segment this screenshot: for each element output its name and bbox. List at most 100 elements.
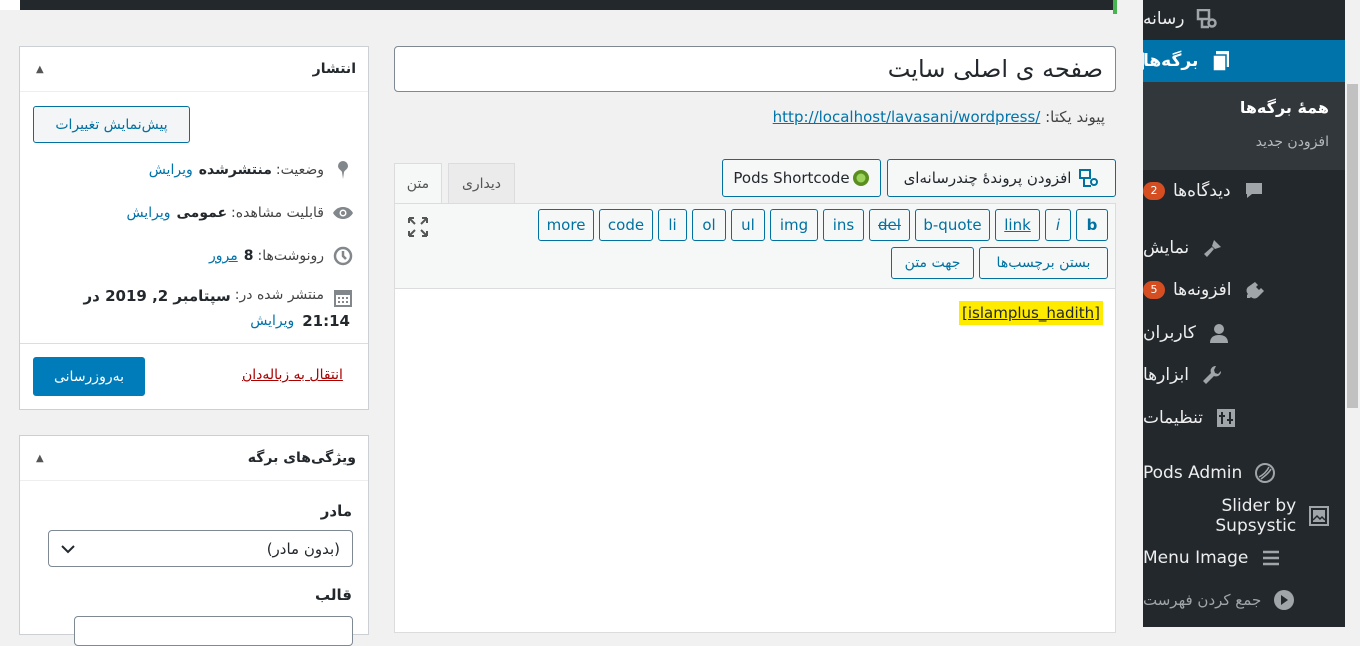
published-label: منتشر شده در: xyxy=(234,287,324,303)
appearance-icon xyxy=(1199,235,1225,261)
status-edit-link[interactable]: ویرایش xyxy=(149,162,193,178)
users-icon xyxy=(1206,320,1232,346)
qt-italic-button[interactable]: i xyxy=(1045,209,1071,241)
submenu-all-pages[interactable]: همهٔ برگه‌ها xyxy=(1240,98,1329,117)
visibility-edit-link[interactable]: ویرایش xyxy=(126,205,170,221)
qt-link-button[interactable]: link xyxy=(995,209,1040,241)
status-label: وضعیت: xyxy=(275,162,324,178)
permalink-url[interactable]: http://localhost/lavasani/wordpress/ xyxy=(773,108,1041,126)
shortcode-highlight: [islamplus_hadith] xyxy=(959,301,1103,325)
pods-shortcode-button[interactable]: Pods Shortcode xyxy=(722,159,881,197)
sidebar-item-pages[interactable]: برگه‌ها xyxy=(1143,40,1345,82)
revisions-row: رونوشت‌ها: 8 مرور xyxy=(209,245,354,267)
qt-ul-button[interactable]: ul xyxy=(731,209,765,241)
visibility-label: قابلیت مشاهده: xyxy=(231,205,324,221)
settings-icon xyxy=(1213,405,1239,431)
qt-code-button[interactable]: code xyxy=(599,209,653,241)
published-time: 21:14 xyxy=(302,312,350,330)
sidebar-item-label: نمایش xyxy=(1143,238,1190,258)
title-input[interactable]: صفحه ی اصلی سایت xyxy=(394,46,1116,92)
qt-more-button[interactable]: more xyxy=(538,209,594,241)
parent-select[interactable]: (بدون مادر) xyxy=(48,530,353,567)
permalink-row: پیوند یکتا: http://localhost/lavasani/wo… xyxy=(765,108,1105,126)
revisions-value: 8 xyxy=(243,248,254,264)
active-menu-arrow xyxy=(1135,52,1144,70)
sidebar-item-plugins[interactable]: افزونه‌ها 5 xyxy=(1143,269,1345,311)
qt-li-button[interactable]: li xyxy=(658,209,687,241)
qt-ol-button[interactable]: ol xyxy=(692,209,726,241)
tab-visual[interactable]: دیداری xyxy=(448,163,515,203)
page-attributes-header[interactable]: ▲ ویژگی‌های برگه xyxy=(20,436,368,481)
add-media-label: افزودن پروندهٔ چندرسانه‌ای xyxy=(903,169,1072,187)
browse-revisions-link[interactable]: مرور xyxy=(209,248,238,264)
add-media-icon xyxy=(1079,169,1099,187)
collapse-arrow-icon[interactable]: ▲ xyxy=(36,64,44,75)
sidebar-item-label: Slider by Supsystic xyxy=(1215,496,1297,536)
page-attributes-title: ویژگی‌های برگه xyxy=(247,450,356,466)
media-icon xyxy=(1194,6,1220,32)
published-edit-link[interactable]: ویرایش xyxy=(250,313,294,329)
qt-ins-button[interactable]: ins xyxy=(823,209,864,241)
sidebar-item-label: ابزارها xyxy=(1143,365,1189,385)
parent-label: مادر xyxy=(320,502,352,520)
pods-shortcode-label: Pods Shortcode xyxy=(733,169,850,187)
update-button[interactable]: به‌روزرسانی xyxy=(33,357,145,396)
add-media-button[interactable]: افزودن پروندهٔ چندرسانه‌ای xyxy=(887,159,1116,197)
tab-text[interactable]: متن xyxy=(394,163,442,204)
pages-icon xyxy=(1208,48,1234,74)
chevron-down-icon xyxy=(61,540,75,558)
collapse-menu-button[interactable]: جمع کردن فهرست xyxy=(1143,579,1345,621)
tools-icon xyxy=(1199,362,1225,388)
sidebar-item-menu-image[interactable]: Menu Image xyxy=(1143,537,1345,579)
qt-img-button[interactable]: img xyxy=(770,209,818,241)
fullscreen-icon[interactable] xyxy=(407,216,429,242)
visibility-row: قابلیت مشاهده: عمومی ویرایش xyxy=(126,202,354,224)
pods-icon xyxy=(852,169,870,187)
plugins-icon xyxy=(1241,277,1267,303)
status-row: وضعیت: منتشرشده ویرایش xyxy=(149,159,354,181)
sidebar-item-media[interactable]: رسانه xyxy=(1143,0,1345,40)
sidebar-item-slider[interactable]: Slider by Supsystic xyxy=(1143,495,1345,537)
menu-image-icon xyxy=(1258,545,1284,571)
scrollbar-thumb[interactable] xyxy=(1347,84,1358,408)
publish-box-title: انتشار xyxy=(312,61,356,77)
calendar-icon xyxy=(332,287,354,309)
sidebar-item-label: دیدگاه‌ها xyxy=(1173,181,1231,201)
sidebar-item-users[interactable]: کاربران xyxy=(1143,312,1345,354)
template-select[interactable] xyxy=(74,616,353,646)
sidebar-item-label: افزونه‌ها xyxy=(1173,280,1232,300)
qt-bold-button[interactable]: b xyxy=(1076,209,1108,241)
comments-count-badge: 2 xyxy=(1143,182,1165,200)
plugins-update-badge: 5 xyxy=(1143,281,1165,299)
sidebar-item-label: Menu Image xyxy=(1143,548,1249,568)
editor-content[interactable]: [islamplus_hadith] xyxy=(962,304,1100,322)
page-scrollbar[interactable] xyxy=(1345,0,1360,627)
comments-icon xyxy=(1241,178,1267,204)
qt-bquote-button[interactable]: b-quote xyxy=(915,209,990,241)
pin-icon xyxy=(332,159,354,181)
submenu-add-new[interactable]: افزودن جدید xyxy=(1256,134,1329,150)
permalink-label: پیوند یکتا: xyxy=(1045,108,1105,126)
slider-icon xyxy=(1306,503,1331,529)
sidebar-item-tools[interactable]: ابزارها xyxy=(1143,354,1345,396)
qt-close-tags-button[interactable]: بستن برچسب‌ها xyxy=(979,247,1108,279)
admin-bar xyxy=(20,0,1117,10)
published-date: سپتامبر 2, 2019 در xyxy=(83,287,231,305)
preview-changes-button[interactable]: پیش‌نمایش تغییرات xyxy=(33,106,190,143)
move-to-trash-link[interactable]: انتقال به زباله‌دان xyxy=(242,367,343,383)
divider xyxy=(20,343,368,344)
qt-del-button[interactable]: del xyxy=(869,209,910,241)
published-time-row: 21:14 ویرایش xyxy=(250,312,354,330)
sidebar-item-label: جمع کردن فهرست xyxy=(1143,591,1262,609)
sidebar-item-appearance[interactable]: نمایش xyxy=(1143,227,1345,269)
sidebar-item-label: کاربران xyxy=(1143,323,1196,343)
qt-text-direction-button[interactable]: جهت متن xyxy=(891,247,974,279)
page-attributes-box: ▲ ویژگی‌های برگه مادر (بدون مادر) قالب xyxy=(19,435,369,646)
collapse-arrow-icon[interactable]: ▲ xyxy=(36,453,44,464)
publish-box-header[interactable]: ▲ انتشار xyxy=(20,47,368,92)
sidebar-item-comments[interactable]: دیدگاه‌ها 2 xyxy=(1143,170,1345,212)
sidebar-item-pods-admin[interactable]: Pods Admin xyxy=(1143,452,1345,494)
admin-sidebar: همهٔ برگه‌ها افزودن جدید رسانه برگه‌ها د… xyxy=(1135,0,1345,627)
pods-icon xyxy=(1252,460,1278,486)
sidebar-item-settings[interactable]: تنظیمات xyxy=(1143,397,1345,439)
